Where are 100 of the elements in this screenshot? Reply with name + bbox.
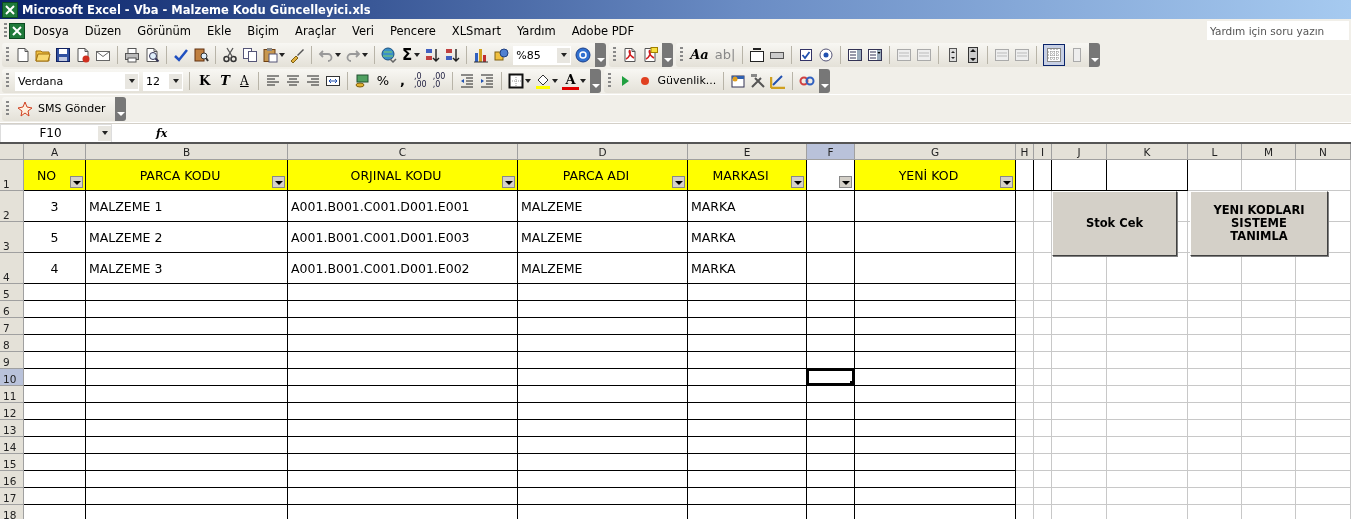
column-header[interactable]: D xyxy=(518,144,688,160)
caret-icon[interactable] xyxy=(414,53,421,57)
pdf-icon[interactable] xyxy=(622,47,639,63)
font-color-button[interactable]: A xyxy=(562,72,579,90)
row-header[interactable]: 14 xyxy=(0,437,24,454)
caret-icon[interactable] xyxy=(101,131,108,135)
row-header[interactable]: 16 xyxy=(0,471,24,488)
window-icon[interactable] xyxy=(730,73,747,89)
function-button[interactable]: fx xyxy=(156,126,168,140)
filter-button[interactable] xyxy=(791,176,804,188)
merge-center-icon[interactable] xyxy=(324,73,341,89)
font-size-combo[interactable]: 12 xyxy=(143,71,183,91)
grip-handle[interactable] xyxy=(6,73,9,89)
grid-toggle-button[interactable] xyxy=(1043,44,1066,66)
row-header[interactable]: 2 xyxy=(0,191,24,222)
combo-box-icon[interactable] xyxy=(867,47,884,63)
caret-icon[interactable] xyxy=(579,79,586,83)
security-button[interactable]: Güvenlik... xyxy=(656,72,718,90)
grip-handle[interactable] xyxy=(680,47,684,63)
outdent-icon[interactable] xyxy=(459,73,476,89)
caret-icon[interactable] xyxy=(128,79,135,83)
menu-item[interactable]: Biçim xyxy=(239,23,288,38)
menu-item[interactable]: XLSmart xyxy=(443,23,509,38)
zoom-combo[interactable]: %85 xyxy=(513,45,572,65)
caret-icon[interactable] xyxy=(335,53,341,57)
row-header[interactable]: 17 xyxy=(0,488,24,505)
grip-handle[interactable] xyxy=(6,100,9,117)
menu-item[interactable]: Düzen xyxy=(76,23,130,38)
filter-button[interactable] xyxy=(70,176,83,188)
column-header[interactable]: H xyxy=(1016,144,1034,160)
caret-icon[interactable] xyxy=(552,79,559,83)
grip-handle[interactable] xyxy=(607,73,611,89)
row-header[interactable]: 3 xyxy=(0,222,24,253)
list-box-icon[interactable] xyxy=(847,47,864,63)
grip-handle[interactable] xyxy=(613,47,617,63)
printer-icon[interactable] xyxy=(124,47,140,63)
menu-item[interactable]: Görünüm xyxy=(129,23,200,38)
toolbar-options-button[interactable] xyxy=(662,43,674,67)
toolbar-options-button[interactable] xyxy=(115,96,127,121)
row-header[interactable]: 6 xyxy=(0,301,24,318)
menu-item[interactable]: Ekle xyxy=(199,23,240,38)
menu-item[interactable]: Adobe PDF xyxy=(563,23,643,38)
pdf-comment-icon[interactable] xyxy=(642,47,659,63)
border-icon[interactable] xyxy=(508,73,525,89)
toolbar-options-button[interactable] xyxy=(589,69,601,93)
font-combo[interactable]: Verdana xyxy=(15,71,139,91)
menu-item[interactable]: Pencere xyxy=(382,23,444,38)
label-tool-button[interactable]: Aa xyxy=(689,46,710,64)
column-header[interactable]: A xyxy=(24,144,86,160)
grip-handle[interactable] xyxy=(4,22,7,39)
row-header[interactable]: 10 xyxy=(0,369,24,386)
comma-button[interactable]: , xyxy=(396,72,409,90)
row-header[interactable]: 18 xyxy=(0,505,24,519)
column-header[interactable]: C xyxy=(288,144,518,160)
globe-icon[interactable] xyxy=(381,47,397,63)
bold-button[interactable]: K xyxy=(196,72,214,90)
copy-icon[interactable] xyxy=(242,47,258,63)
active-cell[interactable] xyxy=(807,369,855,386)
row-header[interactable]: 13 xyxy=(0,420,24,437)
filter-button[interactable] xyxy=(1000,176,1013,188)
filter-button[interactable] xyxy=(272,176,285,188)
decrease-decimal-button[interactable]: ,00 ,0 xyxy=(431,73,447,89)
filter-button[interactable] xyxy=(672,176,685,188)
radio-icon[interactable] xyxy=(818,47,835,63)
sort-arrow-icon[interactable] xyxy=(424,47,441,63)
row-header[interactable]: 5 xyxy=(0,284,24,301)
column-header[interactable]: E xyxy=(688,144,807,160)
book-icon[interactable] xyxy=(193,47,209,63)
bar-chart-icon[interactable] xyxy=(473,47,490,63)
toolbar-options-button[interactable] xyxy=(819,69,831,93)
increase-decimal-button[interactable]: ,0 ,00 xyxy=(413,73,428,89)
menu-item[interactable]: Araçlar xyxy=(287,23,344,38)
menu-item[interactable]: Dosya xyxy=(25,23,77,38)
row-header[interactable]: 11 xyxy=(0,386,24,403)
sms-button[interactable]: SMS Gönder xyxy=(15,99,112,118)
tools-icon[interactable] xyxy=(750,73,767,89)
column-header[interactable]: B xyxy=(86,144,288,160)
macro-button[interactable]: YENI KODLARI SISTEME TANIMLA xyxy=(1190,191,1328,256)
column-header[interactable]: L xyxy=(1188,144,1242,160)
row-header[interactable]: 1 xyxy=(0,160,24,191)
sort-arrow-icon[interactable] xyxy=(444,47,461,63)
align-center-icon[interactable] xyxy=(284,73,301,89)
name-box[interactable]: F10 xyxy=(0,123,112,143)
row-header[interactable]: 4 xyxy=(0,253,24,284)
caret-icon[interactable] xyxy=(560,53,567,57)
help-icon[interactable] xyxy=(575,47,592,63)
grip-handle[interactable] xyxy=(6,47,9,63)
help-field[interactable]: Yardım için soru yazın xyxy=(1207,21,1349,40)
menu-item[interactable]: Yardım xyxy=(508,23,564,38)
clipboard-icon[interactable] xyxy=(262,47,278,63)
filter-button[interactable] xyxy=(502,176,515,188)
caret-icon[interactable] xyxy=(525,79,532,83)
row-header[interactable]: 15 xyxy=(0,454,24,471)
align-left-icon[interactable] xyxy=(264,73,281,89)
sum-button[interactable]: Σ xyxy=(401,46,414,64)
row-header[interactable]: 7 xyxy=(0,318,24,335)
row-header[interactable]: 8 xyxy=(0,335,24,352)
column-header[interactable]: G xyxy=(855,144,1016,160)
caret-icon[interactable] xyxy=(172,79,179,83)
toolbar-options-button[interactable] xyxy=(595,43,607,67)
